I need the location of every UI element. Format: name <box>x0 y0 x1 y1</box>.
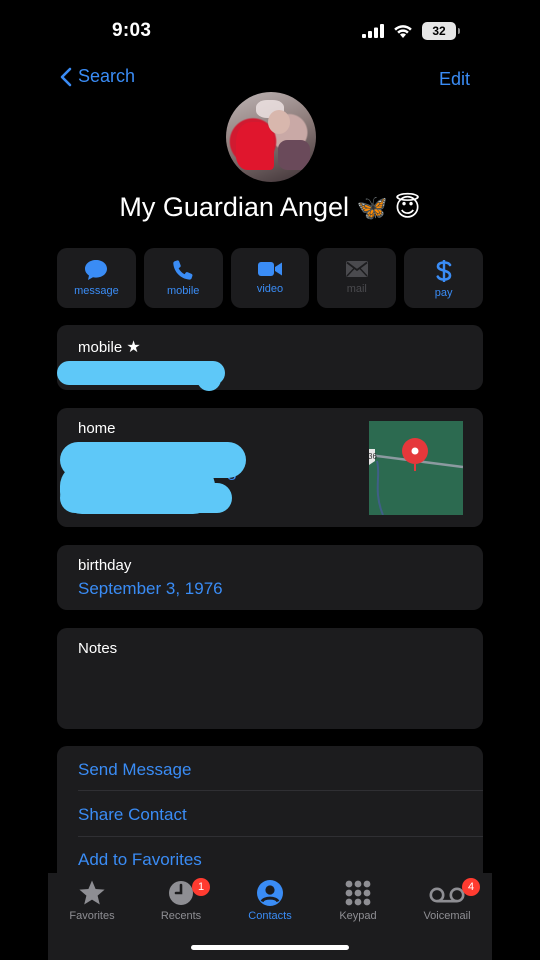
map-pin-icon: 36 <box>369 421 463 515</box>
tab-favorites-label: Favorites <box>69 910 115 922</box>
list-divider <box>78 790 483 791</box>
video-camera-icon <box>257 262 282 276</box>
recents-badge: 1 <box>192 878 210 896</box>
notes-card[interactable]: Notes <box>57 628 483 729</box>
keypad-grid-icon <box>345 880 371 906</box>
home-indicator[interactable] <box>191 945 349 950</box>
share-contact-button[interactable]: Share Contact <box>78 805 187 825</box>
birthday-card[interactable]: birthday September 3, 1976 <box>57 545 483 610</box>
phone-icon <box>173 260 193 280</box>
phone-label-text: mobile <box>78 339 123 356</box>
back-label: Search <box>78 66 136 86</box>
dollar-icon <box>436 260 451 282</box>
map-shield-text: 36 <box>369 452 377 461</box>
tab-keypad-label: Keypad <box>339 910 377 922</box>
tab-keypad[interactable]: Keypad <box>318 879 398 922</box>
address-label: home <box>78 420 116 437</box>
notes-label: Notes <box>78 640 118 657</box>
map-thumbnail[interactable]: 36 <box>369 421 463 515</box>
wifi-icon <box>394 24 412 38</box>
message-action-button[interactable]: message <box>57 248 136 308</box>
tab-contacts[interactable]: Contacts <box>230 879 310 922</box>
list-divider <box>78 836 483 837</box>
contact-name: My Guardian Angel 🦋 😇 <box>0 192 540 223</box>
envelope-icon <box>345 261 368 277</box>
status-bar: 9:03 32 <box>0 0 540 62</box>
pay-action-button[interactable]: pay <box>404 248 483 308</box>
contact-avatar[interactable] <box>226 92 316 182</box>
tab-recents-label: Recents <box>160 910 202 922</box>
status-icons: 32 <box>362 22 460 40</box>
chevron-left-icon <box>60 67 72 86</box>
birthday-label: birthday <box>78 557 132 574</box>
message-bubble-icon <box>85 260 108 280</box>
address-redaction-bottom <box>60 483 232 513</box>
mail-action-button[interactable]: mail <box>317 248 397 308</box>
tab-recents[interactable]: 1 Recents <box>141 878 221 922</box>
cellular-signal-icon <box>362 24 384 38</box>
battery-icon: 32 <box>422 22 460 40</box>
tab-voicemail[interactable]: 4 Voicemail <box>407 878 487 922</box>
pay-action-label: pay <box>434 287 453 299</box>
contact-name-text: My Guardian Angel <box>119 192 349 222</box>
mail-action-label: mail <box>346 283 367 295</box>
phone-label: mobile ★ <box>78 337 141 357</box>
tab-favorites[interactable]: Favorites <box>52 879 132 922</box>
send-message-button[interactable]: Send Message <box>78 760 191 780</box>
phone-card[interactable]: mobile ★ <box>57 325 483 391</box>
quick-actions: message mobile video mail pay <box>57 248 483 308</box>
back-button[interactable]: Search <box>60 66 135 87</box>
phone-number-redaction-tail <box>197 367 221 391</box>
status-time: 9:03 <box>112 20 152 41</box>
star-icon <box>79 880 105 905</box>
clock-icon <box>169 881 193 905</box>
tab-voicemail-label: Voicemail <box>423 910 471 922</box>
battery-level: 32 <box>432 24 446 38</box>
voicemail-icon <box>429 887 465 903</box>
contact-name-emojis: 🦋 😇 <box>356 194 421 222</box>
address-card[interactable]: home 8 36 <box>57 408 483 527</box>
message-action-label: message <box>74 285 119 297</box>
favorite-star-icon: ★ <box>126 339 141 356</box>
tab-contacts-label: Contacts <box>248 910 292 922</box>
video-action-label: video <box>256 283 284 295</box>
person-circle-icon <box>257 880 283 906</box>
contact-actions-list: Send Message Share Contact Add to Favori… <box>57 746 483 886</box>
video-action-button[interactable]: video <box>230 248 310 308</box>
edit-button[interactable]: Edit <box>439 69 470 90</box>
voicemail-badge: 4 <box>462 878 480 896</box>
add-to-favorites-button[interactable]: Add to Favorites <box>78 850 202 870</box>
mobile-action-button[interactable]: mobile <box>143 248 223 308</box>
birthday-value: September 3, 1976 <box>78 579 223 598</box>
mobile-action-label: mobile <box>166 285 200 297</box>
